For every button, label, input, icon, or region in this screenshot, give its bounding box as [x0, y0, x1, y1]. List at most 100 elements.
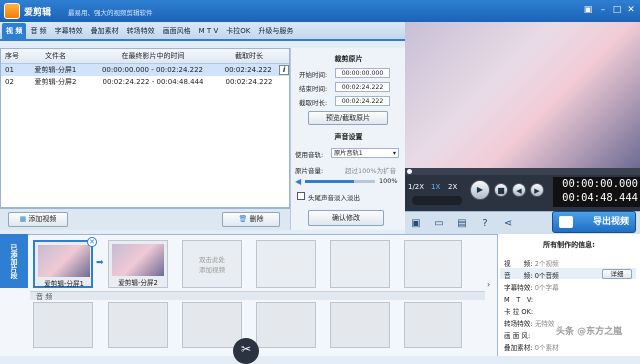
tab-style[interactable]: 画面风格: [159, 23, 195, 40]
tab-overlay[interactable]: 叠加素材: [87, 23, 123, 40]
audio-slot[interactable]: [33, 302, 93, 348]
tab-karaoke[interactable]: 卡拉OK: [222, 23, 254, 40]
tab-transition[interactable]: 转场特效: [123, 23, 159, 40]
scissors-icon[interactable]: ✂: [233, 338, 259, 364]
preview-clip-button[interactable]: 预览/截取原片: [308, 111, 388, 125]
prev-frame-icon[interactable]: ◀: [512, 183, 526, 197]
jog-wheel[interactable]: [412, 196, 462, 205]
audio-slot[interactable]: [256, 302, 316, 348]
share-icon[interactable]: ⋖: [502, 218, 514, 230]
snapshot-icon[interactable]: ▣: [410, 218, 422, 230]
info-icon[interactable]: i: [279, 65, 289, 75]
arrow-right-icon: ➡: [96, 258, 104, 268]
audio-slot[interactable]: [404, 302, 462, 348]
info-value: 0个素材: [534, 344, 559, 352]
col-filename[interactable]: 文件名: [23, 49, 88, 63]
audio-track-label: 音 频: [36, 293, 53, 301]
audio-slot[interactable]: [330, 302, 390, 348]
current-time: 00:00:00.000: [562, 178, 638, 190]
added-clips-tab[interactable]: 已添加片段: [0, 234, 28, 288]
track-select[interactable]: 原片音轨1 ▾: [331, 148, 399, 158]
info-title: 所有制作的信息:: [543, 241, 595, 249]
export-video-button[interactable]: 导出视频: [552, 211, 636, 233]
remove-clip-icon[interactable]: ✕: [87, 237, 97, 247]
close-icon[interactable]: ✕: [625, 4, 637, 16]
fade-label: 头尾声音淡入淡出: [308, 194, 360, 202]
tab-subtitle[interactable]: 字幕特效: [51, 23, 87, 40]
play-icon[interactable]: ▶: [470, 180, 490, 200]
volume-value: 100%: [379, 177, 398, 185]
audio-slot[interactable]: [182, 302, 242, 348]
skin-icon[interactable]: ▣: [582, 4, 594, 16]
seek-bar[interactable]: [405, 168, 640, 175]
speed-half[interactable]: 1/2X: [408, 183, 424, 191]
clip-section-title: 裁剪原片: [334, 55, 363, 63]
app-subtitle: 最易用、强大的视频剪辑软件: [68, 9, 153, 17]
table-header: 序号 文件名 在最终影片中的时间 截取时长: [1, 49, 289, 64]
save-icon[interactable]: ▤: [456, 218, 468, 230]
volume-slider-track[interactable]: [305, 180, 375, 183]
info-key: 转场特效:: [504, 320, 533, 328]
empty-slot[interactable]: [404, 240, 462, 288]
help-icon[interactable]: ?: [479, 218, 491, 230]
timeline-clip[interactable]: 爱剪辑-分屏1 ✕: [33, 237, 97, 288]
next-frame-icon[interactable]: ▶: [530, 183, 544, 197]
timeline-clip[interactable]: 爱剪辑-分屏2: [108, 240, 168, 288]
info-key: 画 面 风:: [504, 332, 531, 340]
info-value: 0个字幕: [534, 284, 559, 292]
col-time[interactable]: 在最终影片中的时间: [88, 49, 218, 63]
start-time-label: 开始时间:: [299, 71, 328, 79]
volume-label: 原片音量:: [295, 167, 324, 175]
speed-double[interactable]: 2X: [448, 183, 457, 191]
start-time-field[interactable]: 00:00:00.000: [335, 68, 390, 78]
tab-upgrade[interactable]: 升级与服务: [254, 23, 297, 40]
delete-button[interactable]: 🗑 删除: [222, 212, 280, 227]
row-filename: 爱剪辑-分屏2: [34, 78, 77, 86]
maximize-icon[interactable]: □: [611, 4, 623, 16]
audio-slot[interactable]: [108, 302, 168, 348]
row-filename: 爱剪辑-分屏1: [34, 66, 77, 74]
clip-label: 爱剪辑-分屏2: [118, 279, 158, 287]
end-time-field[interactable]: 00:02:24.222: [335, 82, 390, 92]
tab-video[interactable]: 视 频: [2, 23, 27, 40]
seek-thumb[interactable]: [407, 169, 412, 174]
stop-icon[interactable]: ■: [494, 183, 508, 197]
info-value: 2个视频: [534, 260, 559, 268]
minimize-icon[interactable]: –: [597, 4, 609, 16]
empty-slot[interactable]: [256, 240, 316, 288]
video-preview[interactable]: [405, 22, 640, 168]
volume-slider-fill: [305, 180, 354, 183]
track-label: 使用音轨:: [295, 151, 324, 159]
add-video-slot[interactable]: 双击此处 添加视频: [182, 240, 242, 288]
row-time: 00:00:00.000 - 00:02:24.222: [101, 66, 203, 74]
col-duration[interactable]: 截取时长: [218, 49, 280, 63]
info-key: 视 频:: [504, 260, 533, 268]
col-number[interactable]: 序号: [1, 49, 23, 63]
row-number: 01: [5, 66, 14, 74]
info-key: 字幕特效:: [504, 284, 533, 292]
fade-checkbox[interactable]: [297, 192, 305, 200]
watermark: 头条 @东方之嵐: [556, 327, 623, 337]
table-row[interactable]: 01 爱剪辑-分屏1 00:00:00.000 - 00:02:24.222 0…: [1, 64, 289, 76]
video-table: 序号 文件名 在最终影片中的时间 截取时长 01 爱剪辑-分屏1 00:00:0…: [0, 48, 290, 208]
folder-icon[interactable]: ▭: [433, 218, 445, 230]
duration-field[interactable]: 00:02:24.222: [335, 96, 390, 106]
tab-mtv[interactable]: M T V: [195, 23, 223, 40]
sound-section-title: 声音设置: [334, 133, 363, 141]
add-video-placeholder: 双击此处 添加视频: [199, 256, 225, 274]
tab-audio[interactable]: 音 频: [26, 23, 50, 40]
speed-normal[interactable]: 1X: [431, 183, 440, 191]
main-tabs: 视 频 音 频 字幕特效 叠加素材 转场特效 画面风格 M T V 卡拉OK 升…: [0, 22, 405, 41]
confirm-button[interactable]: 确认修改: [308, 210, 384, 226]
table-row[interactable]: 02 爱剪辑-分屏2 00:02:24.222 - 00:04:48.444 0…: [1, 76, 289, 88]
audio-track-header: 音 频: [30, 291, 485, 301]
details-button[interactable]: 详细: [602, 269, 632, 279]
row-duration: 00:02:24.222: [225, 78, 273, 86]
add-video-button[interactable]: ▦ 添加视频: [8, 212, 68, 227]
empty-slot[interactable]: [330, 240, 390, 288]
chevron-right-icon[interactable]: ›: [487, 280, 490, 289]
chevron-down-icon: ▾: [392, 150, 396, 157]
timecode-display: 00:00:00.000 00:04:48.444: [553, 177, 640, 207]
row-time: 00:02:24.222 - 00:04:48.444: [102, 78, 204, 86]
clip-thumbnail: [112, 244, 164, 276]
